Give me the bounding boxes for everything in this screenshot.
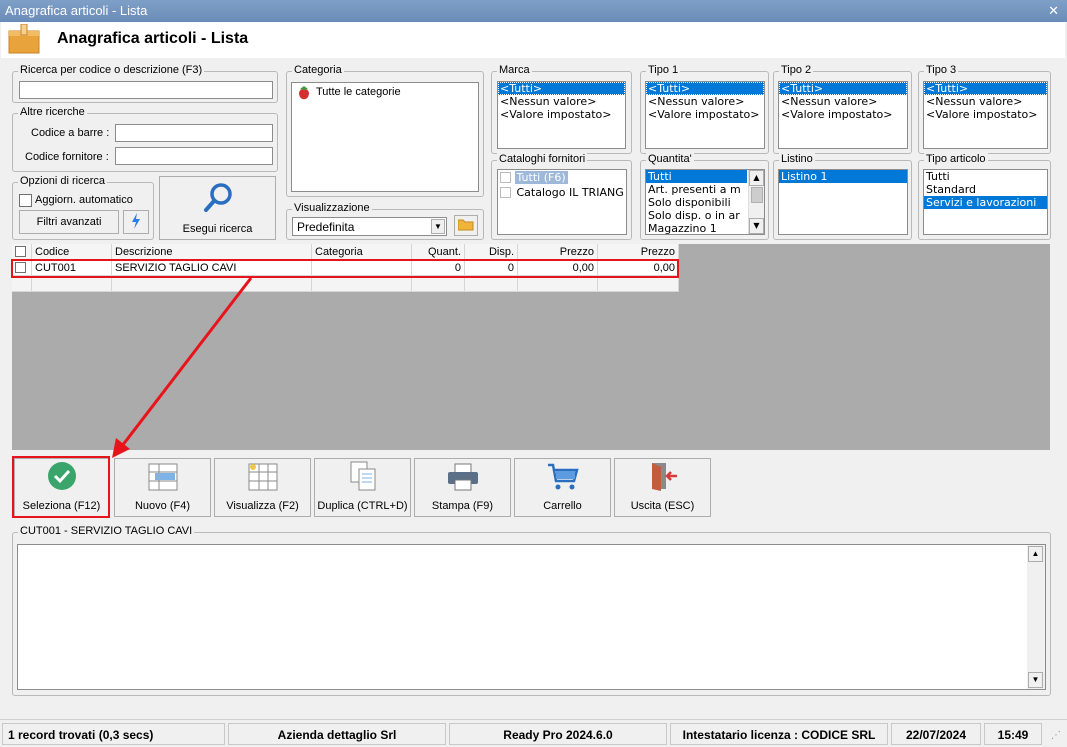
status-bar: 1 record trovati (0,3 secs) Azienda dett… — [0, 719, 1067, 747]
status-time: 15:49 — [984, 723, 1042, 745]
status-company: Azienda dettaglio Srl — [228, 723, 446, 745]
status-license: Intestatario licenza : CODICE SRL — [670, 723, 888, 745]
detail-label: CUT001 - SERVIZIO TAGLIO CAVI — [18, 525, 195, 537]
scroll-down-icon[interactable]: ▼ — [1028, 672, 1043, 688]
status-records: 1 record trovati (0,3 secs) — [2, 723, 225, 745]
status-date: 22/07/2024 — [891, 723, 981, 745]
detail-textarea[interactable]: ▲ ▼ — [17, 544, 1046, 690]
scroll-up-icon[interactable]: ▲ — [1028, 546, 1043, 562]
detail-scrollbar[interactable]: ▲ ▼ — [1027, 545, 1045, 689]
resize-grip-icon[interactable]: ⋰ — [1051, 730, 1063, 742]
status-version: Ready Pro 2024.6.0 — [449, 723, 667, 745]
detail-group: CUT001 - SERVIZIO TAGLIO CAVI ▲ ▼ — [12, 525, 1051, 696]
